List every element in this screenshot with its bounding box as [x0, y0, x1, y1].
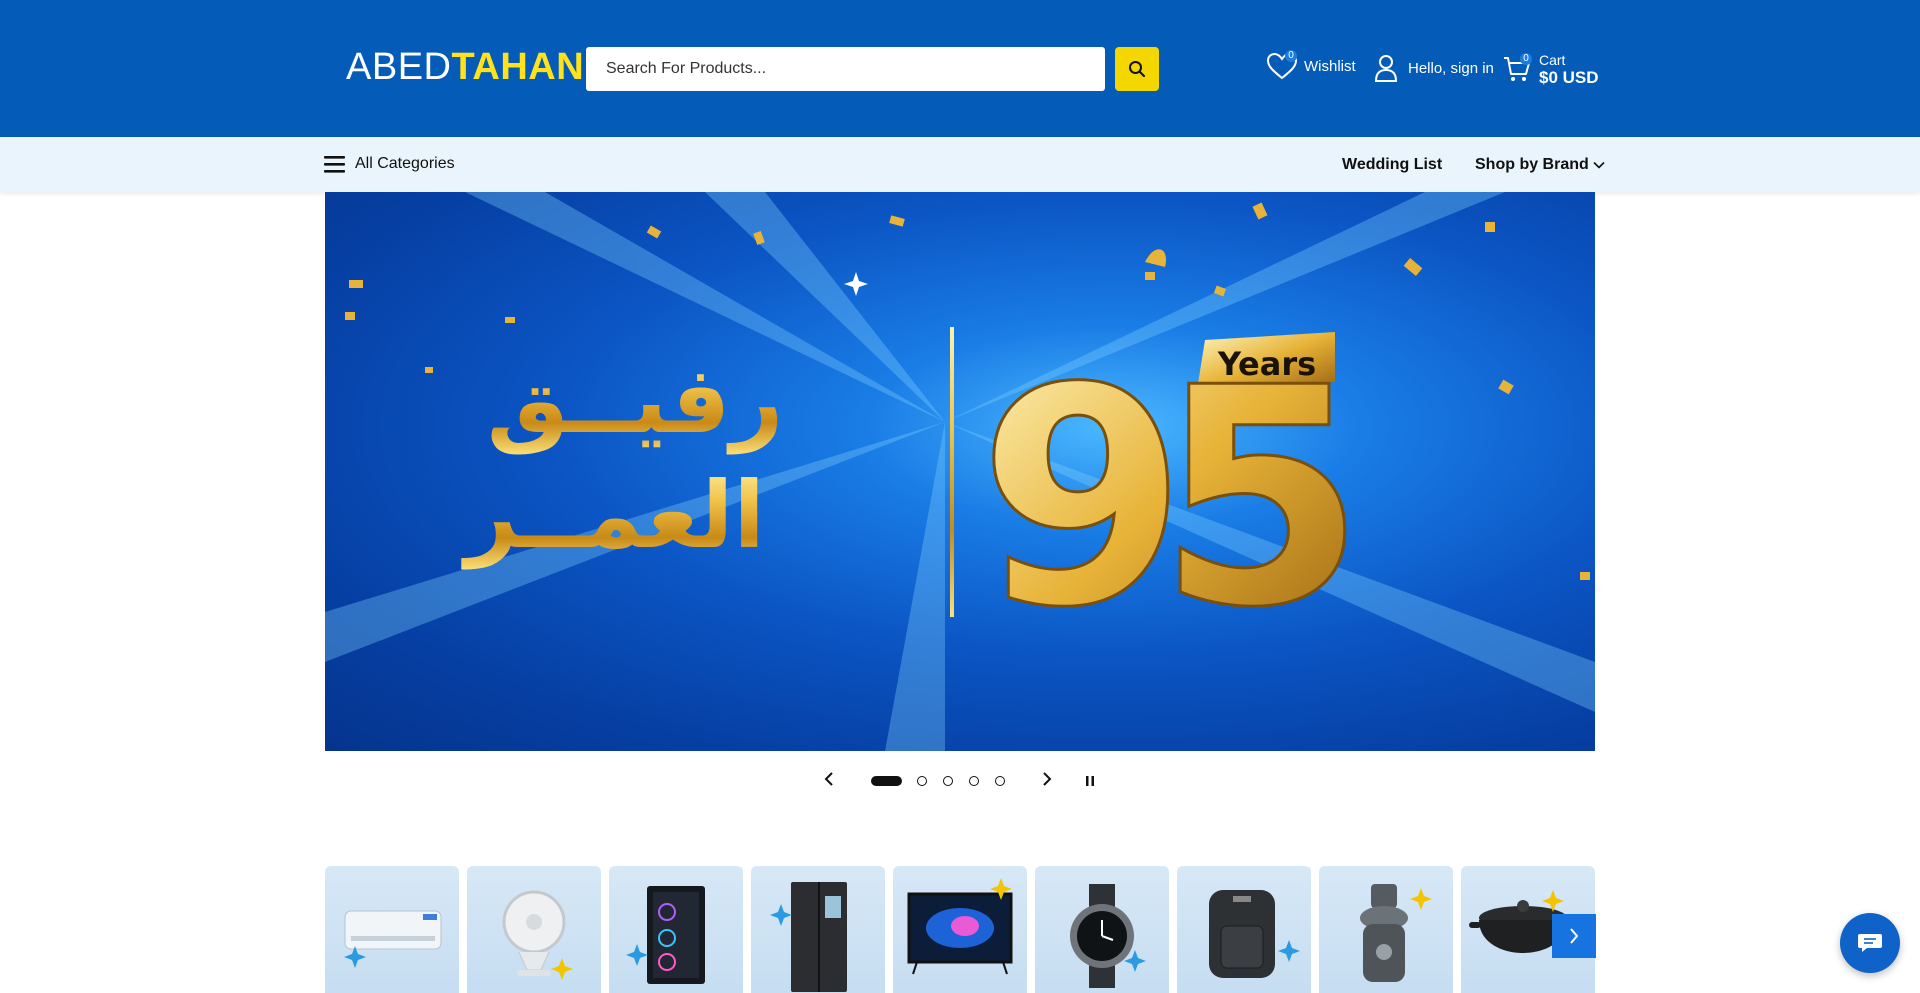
shop-by-brand-label: Shop by Brand: [1475, 156, 1589, 173]
chevron-down-icon: [1593, 161, 1605, 169]
hamburger-menu-icon: [324, 155, 345, 173]
category-tile-smartwatch[interactable]: [1035, 866, 1169, 993]
television-icon: [907, 878, 1013, 975]
refrigerator-icon: [770, 882, 847, 992]
fan-icon: [502, 890, 573, 980]
carousel-dot-5[interactable]: [995, 776, 1005, 786]
logo-part-tahan: TAHAN: [451, 46, 585, 88]
categories-next-button[interactable]: [1552, 914, 1596, 958]
hero-number-95: 95: [978, 324, 1349, 673]
category-nav-bar: [0, 137, 1920, 192]
all-categories-button[interactable]: All Categories: [324, 155, 455, 173]
carousel-prev-button[interactable]: [823, 771, 835, 792]
gaming-pc-icon: [626, 886, 705, 984]
signin-label: Hello, sign in: [1408, 59, 1494, 77]
search-button[interactable]: [1115, 47, 1159, 91]
wedding-list-link[interactable]: Wedding List: [1342, 156, 1442, 174]
hero-banner[interactable]: رفيــق العمــر Years 95: [325, 192, 1595, 751]
hero-arabic-line1: رفيــق: [487, 347, 784, 455]
category-tile-juicer[interactable]: [1319, 866, 1453, 993]
carousel-next-button[interactable]: [1041, 771, 1053, 792]
cart-icon: 0: [1503, 53, 1532, 83]
wishlist-link[interactable]: 0 Wishlist: [1266, 50, 1356, 80]
site-logo[interactable]: ABEDTAHAN: [346, 46, 584, 89]
air-fryer-icon: [1209, 890, 1300, 978]
cart-link[interactable]: 0 Cart $0 USD: [1503, 52, 1599, 86]
chat-widget-button[interactable]: [1840, 913, 1900, 973]
shop-by-brand-dropdown[interactable]: Shop by Brand: [1475, 156, 1605, 174]
logo-part-abed: ABED: [346, 46, 452, 88]
chevron-right-icon: [1570, 928, 1579, 944]
carousel-dot-3[interactable]: [943, 776, 953, 786]
carousel-dot-1[interactable]: [871, 776, 902, 786]
air-conditioner-icon: [344, 910, 442, 968]
cart-count-badge: 0: [1520, 53, 1532, 65]
carousel-dot-4[interactable]: [969, 776, 979, 786]
signin-link[interactable]: Hello, sign in: [1374, 54, 1494, 82]
hero-graphic: رفيــق العمــر Years 95: [325, 192, 1595, 751]
carousel-pause-button[interactable]: [1085, 774, 1095, 792]
category-tile-fan[interactable]: [467, 866, 601, 993]
juicer-icon: [1360, 884, 1432, 982]
category-tile-air-conditioner[interactable]: [325, 866, 459, 993]
heart-icon: 0: [1266, 50, 1298, 80]
category-tile-refrigerator[interactable]: [751, 866, 885, 993]
search-input[interactable]: [586, 47, 1105, 91]
cart-total: $0 USD: [1539, 68, 1599, 87]
wishlist-count-badge: 0: [1285, 50, 1297, 62]
category-tile-television[interactable]: [893, 866, 1027, 993]
chat-bubble-icon: [1858, 934, 1882, 952]
chevron-right-icon: [1043, 772, 1052, 786]
wishlist-label: Wishlist: [1304, 57, 1356, 75]
category-tile-air-fryer[interactable]: [1177, 866, 1311, 993]
pause-icon: [1086, 776, 1094, 786]
search-icon: [1129, 61, 1146, 78]
all-categories-label: All Categories: [355, 155, 455, 172]
category-tile-gaming-pc[interactable]: [609, 866, 743, 993]
sparkles: [844, 272, 868, 296]
smartwatch-icon: [1070, 884, 1146, 988]
hero-divider: [950, 327, 954, 617]
hero-arabic-line2: العمــر: [461, 462, 765, 570]
cart-label: Cart: [1539, 52, 1566, 68]
user-icon: [1374, 55, 1398, 82]
chevron-left-icon: [824, 772, 833, 786]
carousel-dot-2[interactable]: [917, 776, 927, 786]
